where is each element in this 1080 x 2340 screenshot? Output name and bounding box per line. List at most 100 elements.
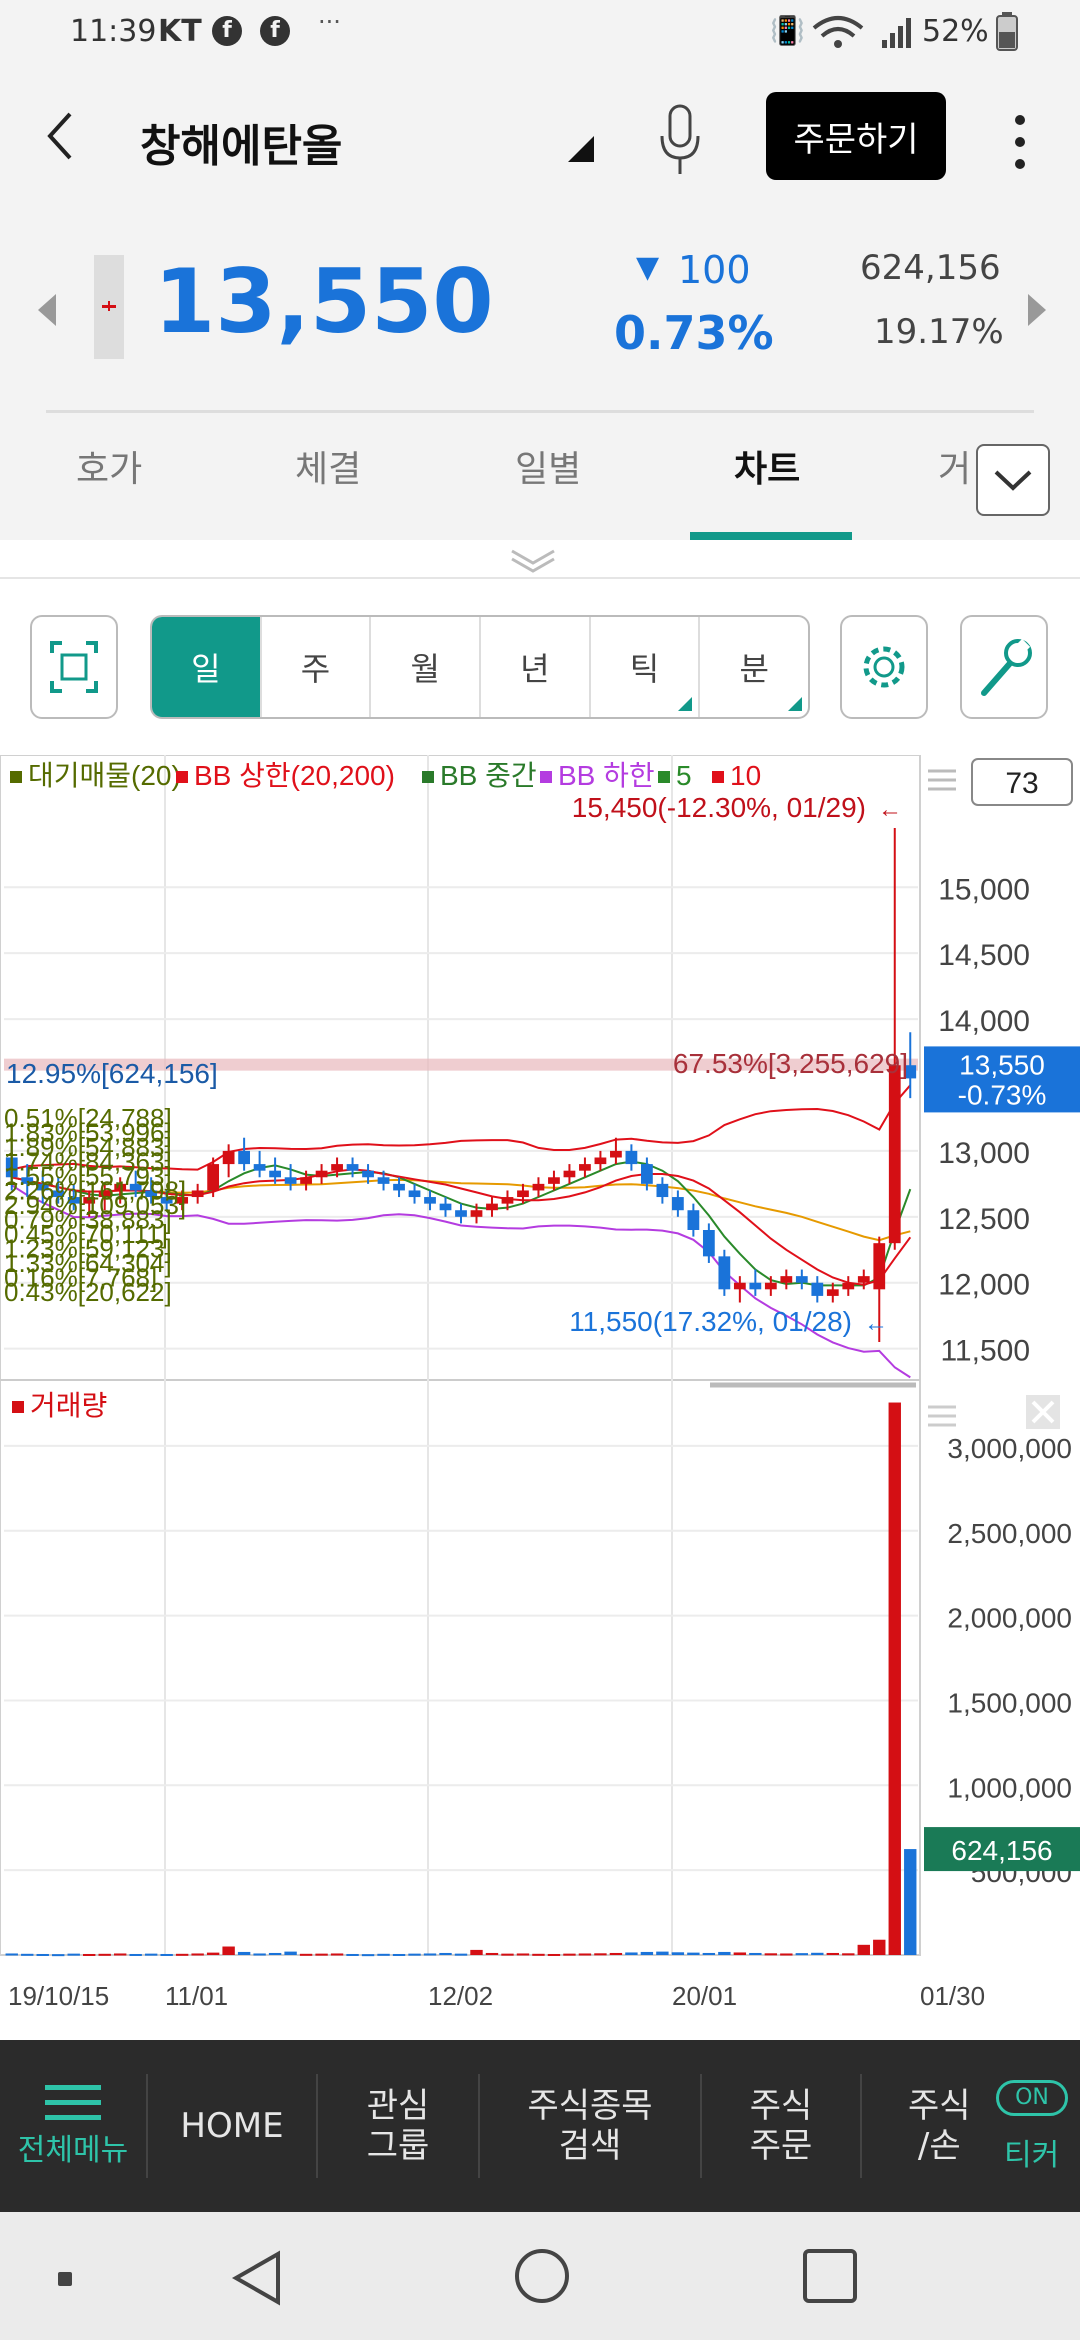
volume-bar	[392, 1953, 406, 1956]
candle-body	[424, 1197, 436, 1204]
prev-stock-arrow-icon[interactable]	[34, 292, 58, 328]
candle-body	[795, 1276, 808, 1283]
microphone-icon[interactable]	[656, 102, 704, 182]
volume-tick-label: 2,500,000	[947, 1518, 1072, 1549]
back-nav-icon[interactable]	[228, 2248, 288, 2308]
x-axis-label: 01/30	[920, 1981, 985, 2011]
period-yearly-button[interactable]: 년	[481, 617, 591, 717]
volume-bar	[268, 1952, 282, 1955]
candle-body	[764, 1282, 777, 1290]
volume-bar	[764, 1953, 778, 1956]
vibrate-icon: 📳	[770, 14, 805, 47]
volume-bar	[656, 1951, 669, 1955]
legend-swatch	[540, 771, 552, 783]
candle-body	[331, 1164, 343, 1171]
volume-bar	[687, 1952, 700, 1955]
candle-body	[191, 1190, 204, 1198]
volume-bar	[454, 1953, 468, 1956]
x-axis-label: 20/01	[672, 1981, 737, 2011]
period-daily-button[interactable]: 일	[152, 617, 262, 717]
collapse-handle-icon[interactable]	[508, 545, 558, 575]
candle-body	[315, 1170, 328, 1178]
candle-body	[579, 1164, 591, 1171]
status-bar: 11:39 KT f f ··· 📳 52%	[0, 0, 1080, 66]
high-annotation: 15,450(-12.30%, 01/29)	[572, 792, 866, 823]
nav-home[interactable]: HOME	[148, 2040, 316, 2212]
volume-bar	[67, 1953, 80, 1956]
chevron-down-icon	[994, 470, 1032, 491]
tab-orderbook[interactable]: 호가	[76, 440, 142, 492]
tab-daily[interactable]: 일별	[515, 440, 581, 492]
more-notifications-icon: ···	[318, 8, 341, 36]
ticker-toggle[interactable]: ON	[996, 2080, 1068, 2116]
volume-bar	[826, 1952, 839, 1955]
candle-body	[253, 1164, 266, 1171]
volume-bar	[733, 1952, 747, 1955]
candle-body	[532, 1183, 545, 1191]
tab-more[interactable]: 거	[938, 440, 971, 492]
trading-volume: 624,156	[860, 248, 1001, 288]
volume-bar	[671, 1952, 685, 1955]
nav-stock-order[interactable]: 주식 주문	[702, 2040, 860, 2212]
nav-all-menu[interactable]: 전체메뉴	[0, 2040, 146, 2212]
tab-execution[interactable]: 체결	[295, 440, 361, 492]
recent-dot-icon	[58, 2272, 72, 2286]
battery-icon	[996, 12, 1018, 51]
volume-bar	[904, 1849, 917, 1955]
turnover-rate: 19.17%	[874, 312, 1004, 352]
tab-chart[interactable]: 차트	[734, 440, 800, 492]
volume-bar	[5, 1953, 18, 1956]
fullscreen-button[interactable]	[30, 615, 118, 719]
next-stock-arrow-icon[interactable]	[1026, 292, 1050, 328]
stock-name[interactable]: 창해에탄올	[140, 110, 342, 174]
volume-bar	[625, 1952, 638, 1955]
volume-bar	[501, 1953, 514, 1956]
back-icon[interactable]	[44, 110, 74, 162]
volume-bar	[408, 1953, 421, 1956]
candle-body	[702, 1230, 715, 1257]
home-nav-icon[interactable]	[512, 2246, 572, 2306]
period-minute-button[interactable]: 분	[700, 617, 808, 717]
bottom-navigation: 전체메뉴 HOME 관심 그룹 주식종목 검색 주식 주문 주식 /손 ON 티…	[0, 2040, 1080, 2212]
chart-tools-button[interactable]	[960, 615, 1048, 719]
candle-body	[671, 1197, 684, 1211]
nav-stock-pnl[interactable]: 주식 /손	[862, 2040, 994, 2212]
nav-stock-search[interactable]: 주식종목 검색	[480, 2040, 700, 2212]
recents-nav-icon[interactable]	[800, 2246, 860, 2306]
volume-bar	[237, 1951, 251, 1955]
ticker-label: 티커	[1004, 2138, 1060, 2173]
price-tick-label: 14,500	[938, 939, 1030, 972]
candle-body	[888, 1065, 901, 1244]
order-button[interactable]: 주문하기	[766, 92, 946, 180]
candle-body	[269, 1170, 281, 1178]
nav-watchlist[interactable]: 관심 그룹	[318, 2040, 478, 2212]
chart-settings-button[interactable]	[840, 615, 928, 719]
battery-percent: 52%	[922, 14, 989, 49]
price-change-percent: 0.73%	[614, 306, 774, 360]
chart-area[interactable]: 15,000 14,500 14,000 13,000 12,500 12,000 11,5…	[0, 754, 1080, 2035]
more-options-icon[interactable]	[1008, 106, 1032, 176]
legend-swatch	[10, 771, 22, 783]
volume-bar	[749, 1952, 762, 1955]
x-axis-label: 19/10/15	[8, 1981, 109, 2011]
facebook-icon: f	[260, 16, 290, 46]
price-tick-label: 15,000	[938, 873, 1030, 906]
candlestick-chart[interactable]: 15,000 14,500 14,000 13,000 12,500 12,000 11,5…	[0, 754, 1080, 2035]
tab-expand-button[interactable]	[976, 444, 1050, 516]
volume-bar	[315, 1953, 328, 1956]
volume-bar	[191, 1953, 204, 1956]
x-axis-label: 12/02	[428, 1981, 493, 2011]
period-tick-button[interactable]: 틱	[591, 617, 701, 717]
period-selector: 일 주 월 년 틱 분	[150, 615, 810, 719]
volume-bar	[284, 1951, 297, 1955]
dropdown-triangle-icon[interactable]	[566, 134, 596, 164]
candle-body	[408, 1190, 421, 1198]
period-monthly-button[interactable]: 월	[371, 617, 482, 717]
volume-bar	[160, 1953, 173, 1956]
period-minute-label: 분	[739, 650, 769, 688]
left-volume-profile-label: 12.95%[624,156]	[6, 1058, 218, 1089]
volume-bar	[21, 1953, 34, 1956]
period-weekly-button[interactable]: 주	[262, 617, 372, 717]
hamburger-menu-icon	[45, 2085, 101, 2120]
volume-bar	[780, 1953, 793, 1956]
